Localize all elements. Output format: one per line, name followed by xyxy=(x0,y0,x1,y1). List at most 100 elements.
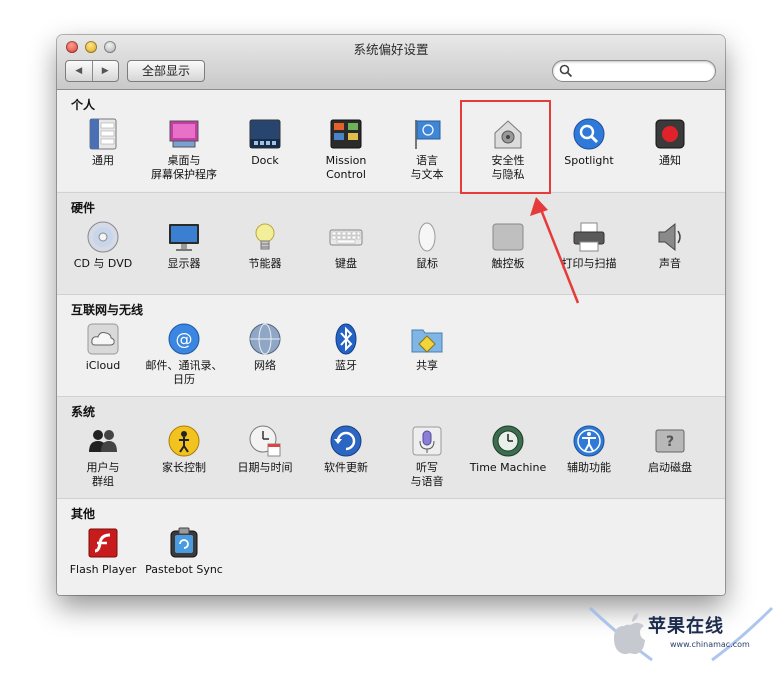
pane-dictation-speech[interactable]: 听写 与语音 xyxy=(386,424,468,496)
svg-text:@: @ xyxy=(176,330,193,350)
pane-label: Mission Control xyxy=(325,154,367,181)
desktop-screensaver-icon xyxy=(169,120,199,148)
pane-label: 安全性 与隐私 xyxy=(491,154,525,181)
pane-label: 用户与 群组 xyxy=(86,461,120,488)
pane-label: iCloud xyxy=(85,359,121,372)
pane-language-text[interactable]: 语言 与文本 xyxy=(386,117,468,189)
pane-mission-control[interactable]: Mission Control xyxy=(305,117,387,189)
pane-label: 语言 与文本 xyxy=(410,154,444,181)
section-internet-wireless: 互联网与无线 iCloud @ 邮件、通讯录、 日历 网络 蓝牙 共享 xyxy=(57,294,725,396)
date-time-icon xyxy=(249,425,281,457)
pane-label: 通知 xyxy=(659,154,681,167)
pane-trackpad[interactable]: 触控板 xyxy=(467,220,549,292)
search-icon xyxy=(559,64,573,78)
pane-accessibility[interactable]: 辅助功能 xyxy=(548,424,630,496)
pane-label: Pastebot Sync xyxy=(145,563,223,576)
general-icon xyxy=(89,118,117,150)
forward-button[interactable]: ▶ xyxy=(91,61,119,81)
pane-dock[interactable]: Dock xyxy=(224,117,306,189)
pane-mail-contacts-calendars[interactable]: @ 邮件、通讯录、 日历 xyxy=(143,322,225,394)
pane-label: 软件更新 xyxy=(324,461,368,474)
title-bar: 系统偏好设置 ◀ ▶ 全部显示 xyxy=(57,35,725,90)
search-field[interactable] xyxy=(552,60,716,82)
pane-label: 日期与时间 xyxy=(237,461,293,474)
pane-sound[interactable]: 声音 xyxy=(629,220,711,292)
pane-network[interactable]: 网络 xyxy=(224,322,306,394)
svg-text:?: ? xyxy=(666,434,674,450)
cd-dvd-icon xyxy=(87,221,119,253)
pane-notifications[interactable]: 通知 xyxy=(629,117,711,189)
dictation-speech-icon xyxy=(412,426,442,456)
language-text-icon xyxy=(415,120,441,149)
time-machine-icon xyxy=(492,425,524,457)
section-title: 个人 xyxy=(71,98,96,112)
section-title: 互联网与无线 xyxy=(71,303,144,317)
spotlight-icon xyxy=(573,118,605,150)
bluetooth-icon xyxy=(335,323,357,355)
pane-label: 键盘 xyxy=(335,257,357,270)
pane-label: 鼠标 xyxy=(416,257,438,270)
pane-label: 家长控制 xyxy=(162,461,206,474)
pane-icloud[interactable]: iCloud xyxy=(62,322,144,394)
sound-icon xyxy=(658,222,681,252)
pane-keyboard[interactable]: 键盘 xyxy=(305,220,387,292)
section-hardware: 硬件 CD 与 DVD 显示器 节能器 键盘 鼠标 触控板 打印与扫描 声音 xyxy=(57,192,725,294)
mail-contacts-calendars-icon: @ xyxy=(168,323,200,355)
pane-label: Dock xyxy=(251,154,279,167)
trackpad-icon xyxy=(492,223,524,251)
pane-label: Time Machine xyxy=(469,461,547,474)
pane-label: Spotlight xyxy=(564,154,614,167)
watermark-url: www.chinamac.com xyxy=(670,640,750,649)
pane-label: CD 与 DVD xyxy=(73,257,133,270)
pane-label: 网络 xyxy=(254,359,276,372)
system-preferences-window: 系统偏好设置 ◀ ▶ 全部显示 个人 通用 桌面与 屏幕保护程序 Dock Mi… xyxy=(57,35,725,595)
pane-startup-disk[interactable]: ? 启动磁盘 xyxy=(629,424,711,496)
mission-control-icon xyxy=(330,119,362,149)
watermark-title: 苹果在线 xyxy=(648,616,724,637)
back-button[interactable]: ◀ xyxy=(66,61,92,81)
pane-label: 触控板 xyxy=(491,257,525,270)
pane-flash-player[interactable]: Flash Player xyxy=(62,526,144,595)
pane-mouse[interactable]: 鼠标 xyxy=(386,220,468,292)
keyboard-icon xyxy=(329,229,363,246)
pane-displays[interactable]: 显示器 xyxy=(143,220,225,292)
pane-energy-saver[interactable]: 节能器 xyxy=(224,220,306,292)
window-title: 系统偏好设置 xyxy=(353,42,429,57)
pane-general[interactable]: 通用 xyxy=(62,117,144,189)
pane-label: 邮件、通讯录、 日历 xyxy=(145,359,223,386)
flash-player-icon xyxy=(88,528,118,558)
show-all-button[interactable]: 全部显示 xyxy=(127,60,205,82)
pane-label: Flash Player xyxy=(69,563,137,576)
pane-bluetooth[interactable]: 蓝牙 xyxy=(305,322,387,394)
sharing-icon xyxy=(411,329,443,353)
parental-controls-icon xyxy=(168,425,200,457)
network-icon xyxy=(249,323,281,355)
pane-parental-controls[interactable]: 家长控制 xyxy=(143,424,225,496)
pane-time-machine[interactable]: Time Machine xyxy=(467,424,549,496)
icloud-icon xyxy=(87,323,119,355)
pane-cd-dvd[interactable]: CD 与 DVD xyxy=(62,220,144,292)
pane-label: 蓝牙 xyxy=(335,359,357,372)
section-title: 硬件 xyxy=(71,201,96,215)
pane-sharing[interactable]: 共享 xyxy=(386,322,468,394)
search-input[interactable] xyxy=(577,62,709,80)
startup-disk-icon: ? xyxy=(655,429,685,453)
section-personal: 个人 通用 桌面与 屏幕保护程序 Dock Mission Control 语言… xyxy=(57,90,725,191)
pane-label: 通用 xyxy=(92,154,114,167)
software-update-icon xyxy=(330,425,362,457)
pane-pastebot-sync[interactable]: Pastebot Sync xyxy=(143,526,225,595)
pane-software-update[interactable]: 软件更新 xyxy=(305,424,387,496)
pane-label: 显示器 xyxy=(167,257,201,270)
accessibility-icon xyxy=(573,425,605,457)
pane-date-time[interactable]: 日期与时间 xyxy=(224,424,306,496)
pane-label: 启动磁盘 xyxy=(648,461,692,474)
section-system: 系统 用户与 群组 家长控制 日期与时间 软件更新 听写 与语音 Time Ma… xyxy=(57,396,725,498)
pane-users-groups[interactable]: 用户与 群组 xyxy=(62,424,144,496)
pane-spotlight[interactable]: Spotlight xyxy=(548,117,630,189)
users-groups-icon xyxy=(89,430,117,452)
section-other: 其他 Flash Player Pastebot Sync xyxy=(57,498,725,595)
pane-print-scan[interactable]: 打印与扫描 xyxy=(548,220,630,292)
notifications-icon xyxy=(655,119,685,149)
pane-desktop-screensaver[interactable]: 桌面与 屏幕保护程序 xyxy=(143,117,225,189)
pane-security-privacy[interactable]: 安全性 与隐私 xyxy=(467,117,549,189)
